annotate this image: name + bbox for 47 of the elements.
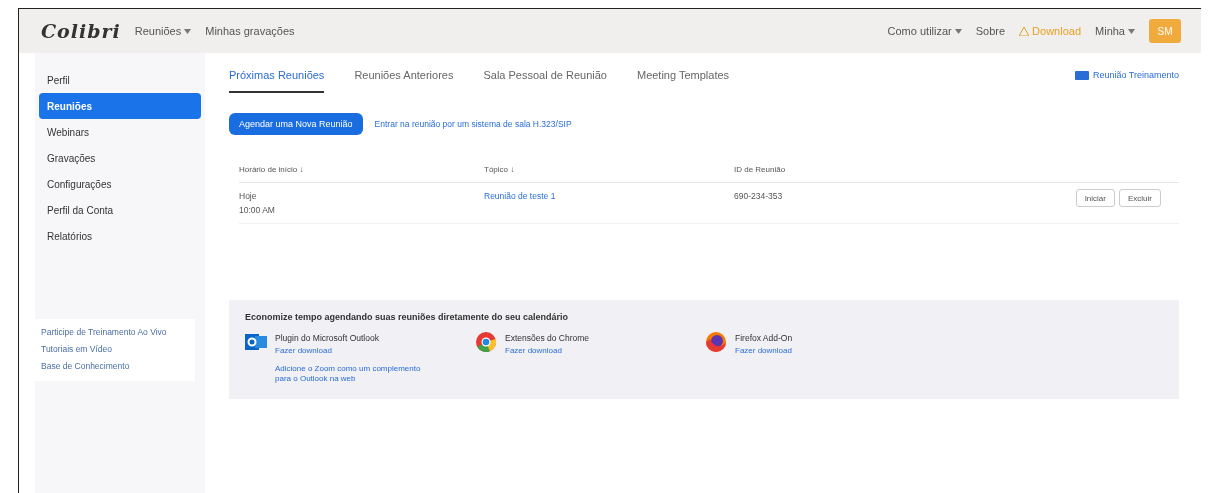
- sidebar-item[interactable]: Webinars: [39, 119, 201, 145]
- nav-link[interactable]: Sobre: [975, 25, 1006, 37]
- firefox-icon: [705, 330, 727, 354]
- sidebar-item[interactable]: Reuniões: [39, 93, 201, 119]
- tab[interactable]: Próximas Reuniões: [229, 57, 325, 93]
- nav-link[interactable]: Reuniões: [134, 25, 192, 37]
- sidebar-item[interactable]: Perfil: [39, 67, 201, 93]
- schedule-button[interactable]: Agendar uma Nova Reunião: [229, 113, 363, 135]
- plugin-name: Extensões do Chrome: [505, 333, 590, 343]
- caret-icon: [1128, 28, 1135, 34]
- action-button[interactable]: Iniciar: [1075, 189, 1115, 207]
- panel-title: Economize tempo agendando suas reuniões diretamente do seu calendário: [245, 312, 570, 322]
- help-link[interactable]: Adicione o Zoom como um complemento para o Outlook na web: [275, 364, 435, 385]
- action-button[interactable]: Excluir: [1119, 189, 1161, 207]
- help-link[interactable]: Base de Conhecimento: [35, 361, 195, 371]
- sidebar-item[interactable]: Configurações: [39, 171, 201, 197]
- logo[interactable]: Colibri: [41, 20, 121, 42]
- meeting-link[interactable]: Reunião de teste 1: [484, 191, 556, 201]
- sidebar-item[interactable]: Relatórios: [39, 223, 201, 249]
- sidebar-item[interactable]: Gravações: [39, 145, 201, 171]
- download-link[interactable]: Fazer download: [505, 346, 590, 355]
- tab[interactable]: Meeting Templates: [636, 57, 730, 93]
- nav-link[interactable]: Minha: [1095, 25, 1135, 37]
- room-link[interactable]: Entrar na reunião por um sistema de sala H.323/SIP: [374, 119, 572, 129]
- caret-icon: [184, 28, 192, 34]
- nav-link[interactable]: Minhas gravações: [205, 25, 295, 37]
- help-link[interactable]: Participe de Treinamento Ao Vivo: [35, 327, 195, 337]
- time-text: 10:00 AM: [239, 205, 276, 215]
- training-link[interactable]: Reunião Treinamento: [1074, 70, 1179, 80]
- column-header[interactable]: Horário de início ↓: [239, 157, 484, 183]
- plugin-name: Firefox Add-On: [735, 333, 793, 343]
- caret-icon: [954, 28, 962, 34]
- sidebar-item[interactable]: Perfil da Conta: [39, 197, 201, 223]
- nav-link[interactable]: Como utilizar: [887, 25, 962, 37]
- plugin-name: Plugin do Microsoft Outlook: [275, 333, 380, 343]
- download-link[interactable]: Fazer download: [735, 346, 793, 355]
- help-link[interactable]: Tutoriais em Vídeo: [35, 344, 195, 354]
- warning-icon: [1019, 26, 1030, 36]
- table-cell: 690-234-353: [734, 191, 783, 201]
- chrome-icon: [475, 330, 497, 354]
- column-header[interactable]: ID de Reunião: [734, 157, 1076, 183]
- video-icon: [1074, 70, 1089, 80]
- tab[interactable]: Reuniões Anteriores: [354, 57, 454, 93]
- date-text: Hoje: [239, 191, 258, 201]
- column-header[interactable]: Tópico ↓: [484, 157, 734, 183]
- tab[interactable]: Sala Pessoal de Reunião: [483, 57, 607, 93]
- download-link[interactable]: Fazer download: [275, 346, 435, 355]
